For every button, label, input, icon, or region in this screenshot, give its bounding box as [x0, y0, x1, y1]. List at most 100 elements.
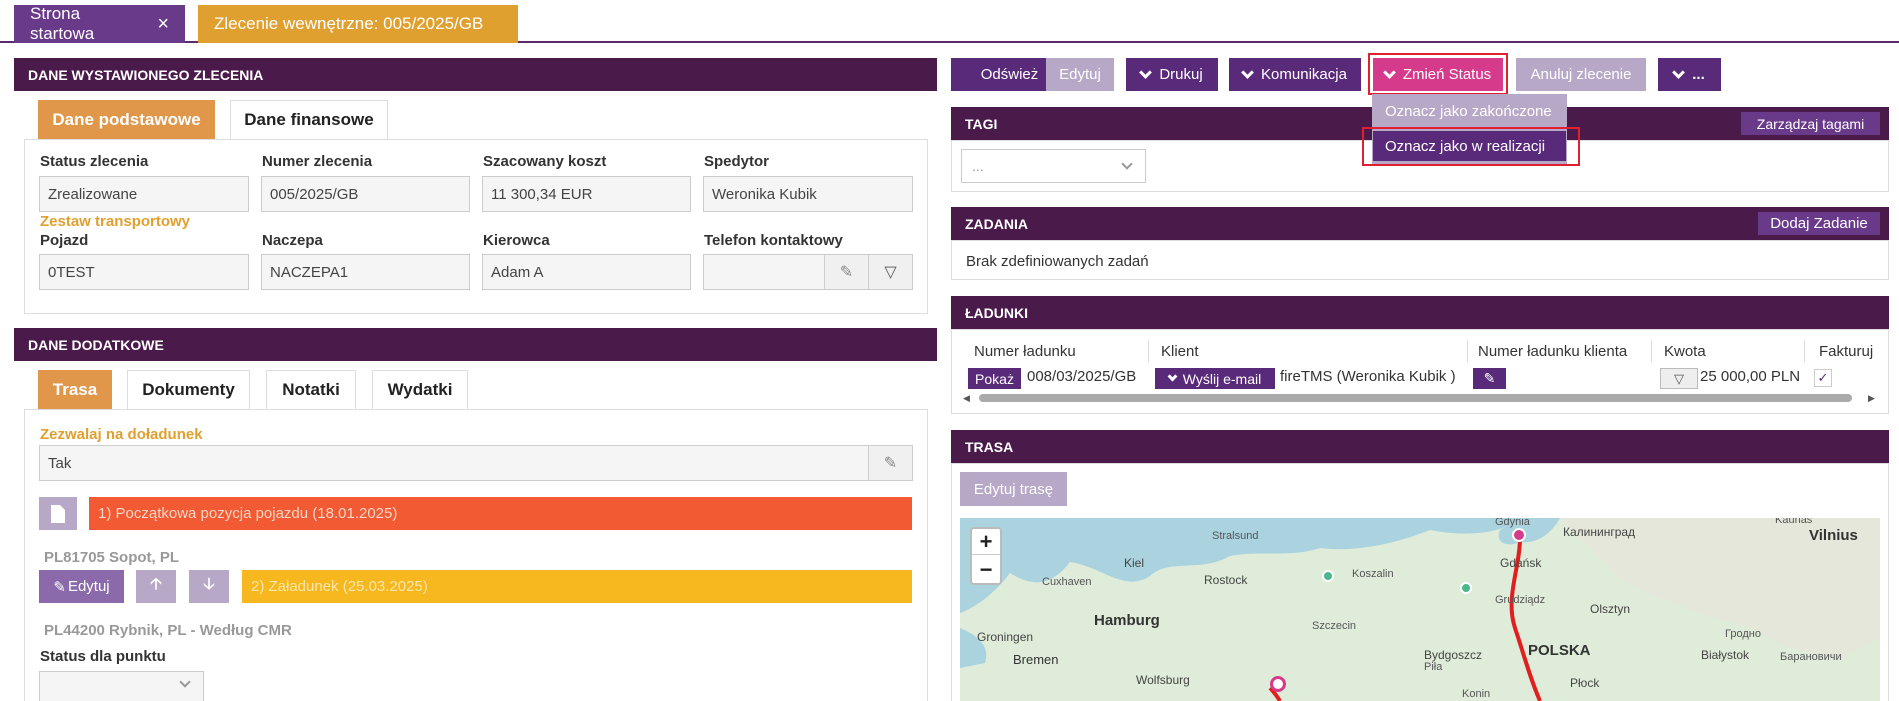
- map-label: Барановичи: [1780, 651, 1842, 663]
- tab-bar: Strona startowa × Zlecenie wewnętrzne: 0…: [0, 0, 1899, 43]
- vehicle-label: Pojazd: [40, 232, 89, 249]
- tab-documents[interactable]: Dokumenty: [127, 370, 250, 410]
- map-label: Kaunas: [1775, 518, 1813, 526]
- route-map[interactable]: + − Stralsund Gdynia Калининград Kaunas …: [960, 518, 1880, 701]
- tab-route[interactable]: Trasa: [38, 370, 112, 410]
- reload-label: Zezwalaj na doładunek: [40, 426, 203, 443]
- print-label: Drukuj: [1159, 66, 1203, 83]
- stop-1-address: PL81705 Sopot, PL: [44, 549, 180, 566]
- edit-icon[interactable]: ✎: [1473, 368, 1506, 389]
- chevron-down-icon: [1382, 65, 1396, 79]
- driver-field[interactable]: Adam A: [482, 254, 691, 290]
- map-label: Гродно: [1725, 628, 1761, 640]
- invoice-checkbox[interactable]: ✓: [1814, 369, 1832, 387]
- point-status-label: Status dla punktu: [40, 648, 166, 665]
- tags-select[interactable]: ...: [961, 149, 1146, 183]
- filter-icon[interactable]: ▽: [1660, 368, 1698, 389]
- zoom-out-button[interactable]: −: [972, 556, 1000, 583]
- map-label: Wolfsburg: [1136, 673, 1190, 687]
- edit-route-button[interactable]: Edytuj trasę: [960, 472, 1067, 506]
- col-client: Klient: [1161, 343, 1199, 360]
- cost-label: Szacowany koszt: [483, 153, 607, 170]
- cancel-order-button[interactable]: Anuluj zlecenie: [1516, 58, 1646, 91]
- order-panel-header: DANE WYSTAWIONEGO ZLECENIA: [14, 58, 937, 91]
- map-label: Płock: [1570, 676, 1600, 690]
- arrow-down-icon[interactable]: 🡣: [189, 570, 229, 603]
- map-label: Bremen: [1013, 652, 1059, 667]
- chevron-down-icon: [1121, 158, 1133, 170]
- more-button[interactable]: ...: [1658, 58, 1721, 91]
- tab-order[interactable]: Zlecenie wewnętrzne: 005/2025/GB: [198, 5, 518, 43]
- point-status-select[interactable]: [39, 671, 204, 701]
- tasks-header: ZADANIA: [951, 207, 1889, 240]
- map-label: Gdynia: [1495, 518, 1530, 528]
- map-label: Kiel: [1124, 556, 1145, 570]
- tab-expenses[interactable]: Wydatki: [372, 370, 468, 410]
- manage-tags-button[interactable]: Zarządzaj tagami: [1741, 112, 1880, 135]
- reload-field[interactable]: Tak: [39, 445, 869, 481]
- load-client: fireTMS (Weronika Kubik ): [1280, 368, 1456, 385]
- tab-home[interactable]: Strona startowa ×: [14, 4, 185, 43]
- edit-stop-label: Edytuj: [67, 578, 110, 595]
- load-number: 008/03/2025/GB: [1027, 368, 1137, 385]
- forwarder-field[interactable]: Weronika Kubik: [703, 176, 913, 212]
- tab-notes[interactable]: Notatki: [266, 370, 356, 410]
- number-field[interactable]: 005/2025/GB: [261, 176, 470, 212]
- col-client-load-number: Numer ładunku klienta: [1478, 343, 1628, 360]
- send-email-label: Wyślij e-mail: [1182, 370, 1262, 387]
- edit-button[interactable]: Edytuj: [1046, 58, 1114, 91]
- change-status-button[interactable]: Zmień Status: [1373, 58, 1503, 91]
- col-invoice: Fakturuj: [1819, 343, 1874, 360]
- send-email-button[interactable]: Wyślij e-mail: [1155, 368, 1275, 389]
- tab-home-label: Strona startowa: [30, 4, 95, 43]
- map-label: Bydgoszcz: [1424, 648, 1483, 662]
- show-load-button[interactable]: Pokaż: [968, 368, 1021, 389]
- chevron-down-icon: [1167, 371, 1178, 381]
- map-label: Vilnius: [1809, 527, 1858, 544]
- edit-stop-button[interactable]: ✎ Edytuj: [39, 570, 124, 603]
- edit-icon: ✎: [53, 578, 66, 596]
- cost-field[interactable]: 11 300,34 EUR: [482, 176, 691, 212]
- edit-icon[interactable]: ✎: [824, 254, 869, 290]
- stop-1-bar[interactable]: 1) Początkowa pozycja pojazdu (18.01.202…: [89, 497, 912, 530]
- close-icon[interactable]: ×: [157, 13, 169, 36]
- map-label: Piła: [1424, 661, 1443, 673]
- vehicle-field[interactable]: 0TEST: [39, 254, 249, 290]
- arrow-up-icon[interactable]: 🡡: [136, 570, 176, 603]
- map-label: Konin: [1462, 688, 1491, 700]
- col-amount: Kwota: [1664, 343, 1706, 360]
- add-task-button[interactable]: Dodaj Zadanie: [1758, 212, 1880, 235]
- map-canvas: [960, 518, 1880, 701]
- stop-2-address: PL44200 Rybnik, PL - Według CMR: [44, 622, 292, 639]
- tab-basic-data[interactable]: Dane podstawowe: [38, 100, 215, 140]
- location-marker-icon[interactable]: [1512, 528, 1526, 542]
- menu-item-in-progress[interactable]: Oznacz jako w realizacji: [1373, 131, 1566, 161]
- phone-field[interactable]: [703, 254, 825, 290]
- zoom-in-button[interactable]: +: [972, 529, 1000, 555]
- tab-financial-data[interactable]: Dane finansowe: [230, 100, 388, 140]
- map-label: Hamburg: [1094, 612, 1160, 629]
- map-label: Szczecin: [1312, 620, 1357, 632]
- stop-2-bar[interactable]: 2) Załadunek (25.03.2025): [242, 570, 912, 603]
- poi-icon: [1322, 570, 1334, 582]
- communication-button[interactable]: Komunikacja: [1229, 58, 1361, 91]
- driver-label: Kierowca: [483, 232, 550, 249]
- document-icon[interactable]: [39, 497, 77, 530]
- number-label: Numer zlecenia: [262, 153, 373, 170]
- more-label: ...: [1692, 66, 1705, 83]
- trailer-field[interactable]: NACZEPA1: [261, 254, 470, 290]
- extra-panel-header: DANE DODATKOWE: [14, 328, 937, 361]
- status-field[interactable]: Zrealizowane: [39, 176, 249, 212]
- col-load-number: Numer ładunku: [974, 343, 1076, 360]
- edit-icon[interactable]: ✎: [868, 445, 913, 481]
- filter-icon[interactable]: ▽: [868, 254, 913, 290]
- scroll-right-icon[interactable]: ▶: [1868, 393, 1878, 403]
- horizontal-scrollbar[interactable]: [979, 394, 1852, 402]
- location-marker-icon[interactable]: [1270, 676, 1286, 692]
- tags-select-value: ...: [972, 158, 984, 174]
- menu-item-completed[interactable]: Oznacz jako zakończone: [1373, 96, 1566, 126]
- load-amount: 25 000,00 PLN: [1700, 368, 1801, 385]
- chevron-down-icon: [1139, 65, 1153, 79]
- scroll-left-icon[interactable]: ◀: [963, 393, 973, 403]
- print-button[interactable]: Drukuj: [1126, 58, 1218, 91]
